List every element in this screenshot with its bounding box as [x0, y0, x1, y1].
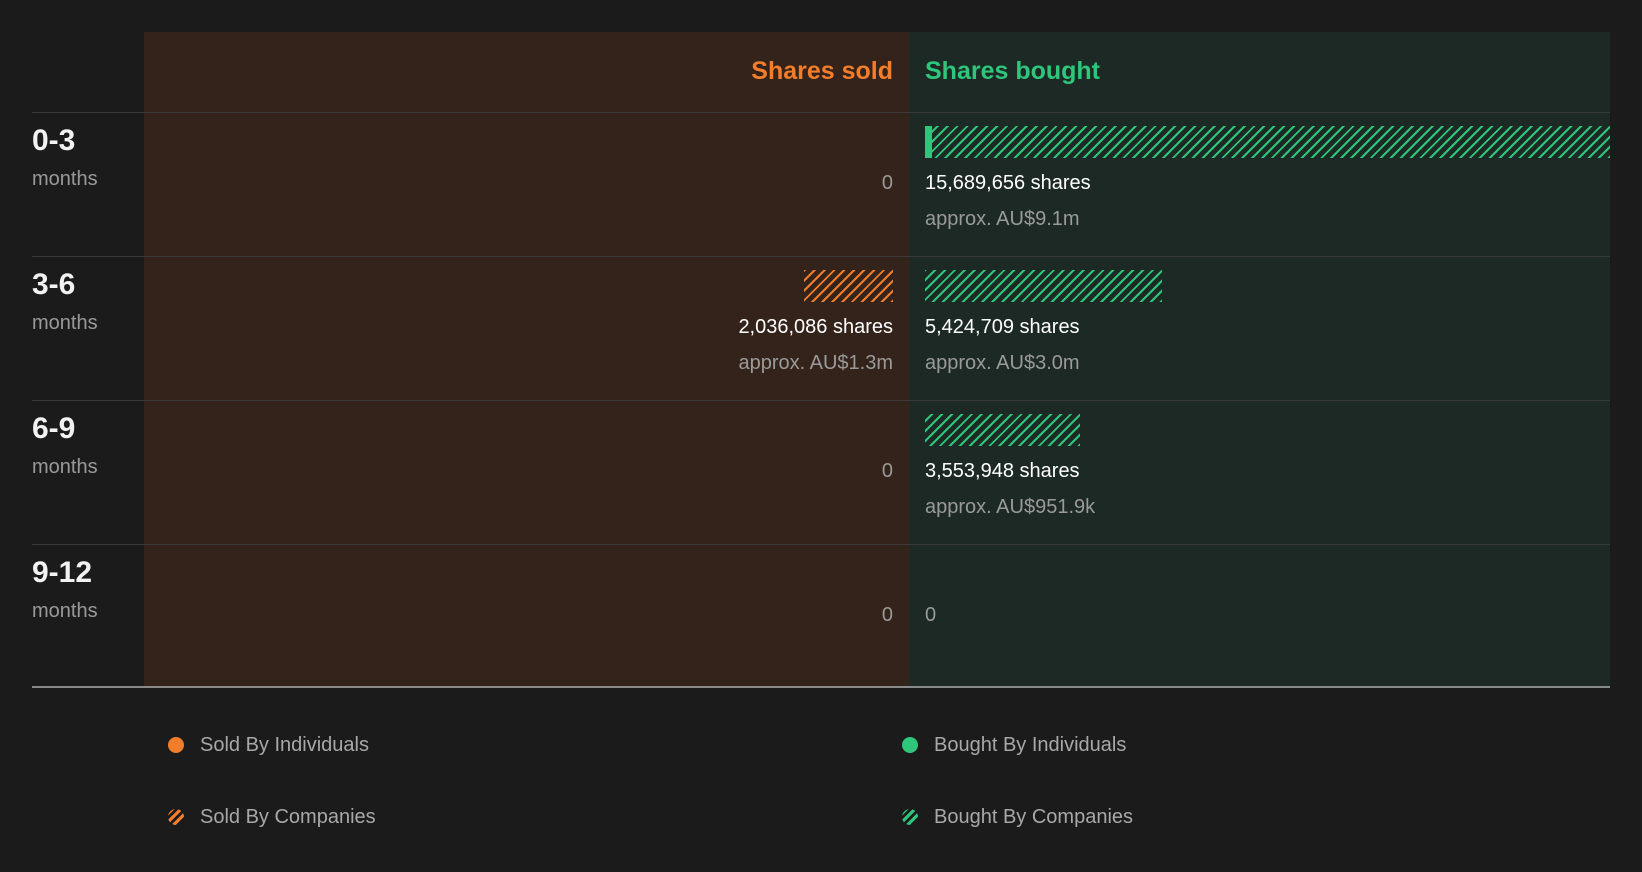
- bought-companies-legend-label: Bought By Companies: [934, 806, 1134, 828]
- bought-shares-label: 5,424,709 shares: [925, 316, 1080, 338]
- bought-bar: [925, 414, 1081, 446]
- sold-zero-value: 0: [881, 172, 893, 194]
- row-label: 9-12 months: [32, 556, 98, 624]
- bought-shares-label: 3,553,948 shares: [925, 460, 1080, 482]
- row-separator: [32, 400, 1610, 401]
- bought-individuals-legend-label: Bought By Individuals: [934, 734, 1127, 756]
- row-separator: [32, 544, 1610, 545]
- sold-individuals-legend-swatch: [168, 737, 184, 753]
- row-separator: [32, 112, 1610, 113]
- row-unit-label: months: [32, 312, 98, 334]
- sold-companies-legend-label: Sold By Companies: [200, 806, 376, 828]
- sold-companies-legend-swatch: [168, 809, 184, 825]
- row-label: 3-6 months: [32, 268, 98, 336]
- bought-individuals-legend-swatch: [902, 737, 918, 753]
- row-unit-label: months: [32, 456, 98, 478]
- bought-approx-value: approx. AU$951.9k: [925, 496, 1096, 518]
- bought-bar: [925, 126, 1610, 158]
- row-range-label: 9-12: [32, 556, 93, 589]
- sold-bar: [804, 270, 893, 302]
- x-axis-line: [32, 686, 1610, 688]
- row-range-label: 6-9: [32, 412, 76, 445]
- row-range-label: 3-6: [32, 268, 76, 301]
- row-unit-label: months: [32, 168, 98, 190]
- sold-shares-label: 2,036,086 shares: [738, 316, 893, 338]
- sold-approx-value: approx. AU$1.3m: [738, 352, 893, 374]
- bought-individuals-bar: [925, 126, 932, 158]
- row-range-label: 0-3: [32, 124, 76, 157]
- row-separator: [32, 256, 1610, 257]
- sold-individuals-legend-label: Sold By Individuals: [200, 734, 369, 756]
- bought-approx-value: approx. AU$3.0m: [925, 352, 1080, 374]
- bought-shares-label: 15,689,656 shares: [925, 172, 1091, 194]
- row-label: 6-9 months: [32, 412, 98, 480]
- bought-companies-legend-swatch: [902, 809, 918, 825]
- bought-approx-value: approx. AU$9.1m: [925, 208, 1080, 230]
- sold-zero-value: 0: [881, 604, 893, 626]
- bought-bar: [925, 270, 1162, 302]
- bought-zero-value: 0: [925, 604, 937, 626]
- shares-bought-header: Shares bought: [925, 57, 1101, 85]
- row-unit-label: months: [32, 600, 98, 622]
- shares-sold-header: Shares sold: [751, 57, 893, 85]
- insider-trading-chart: Shares sold Shares bought 0-3 months 0 15,6…: [0, 0, 1642, 690]
- sold-zero-value: 0: [881, 460, 893, 482]
- row-label: 0-3 months: [32, 124, 98, 192]
